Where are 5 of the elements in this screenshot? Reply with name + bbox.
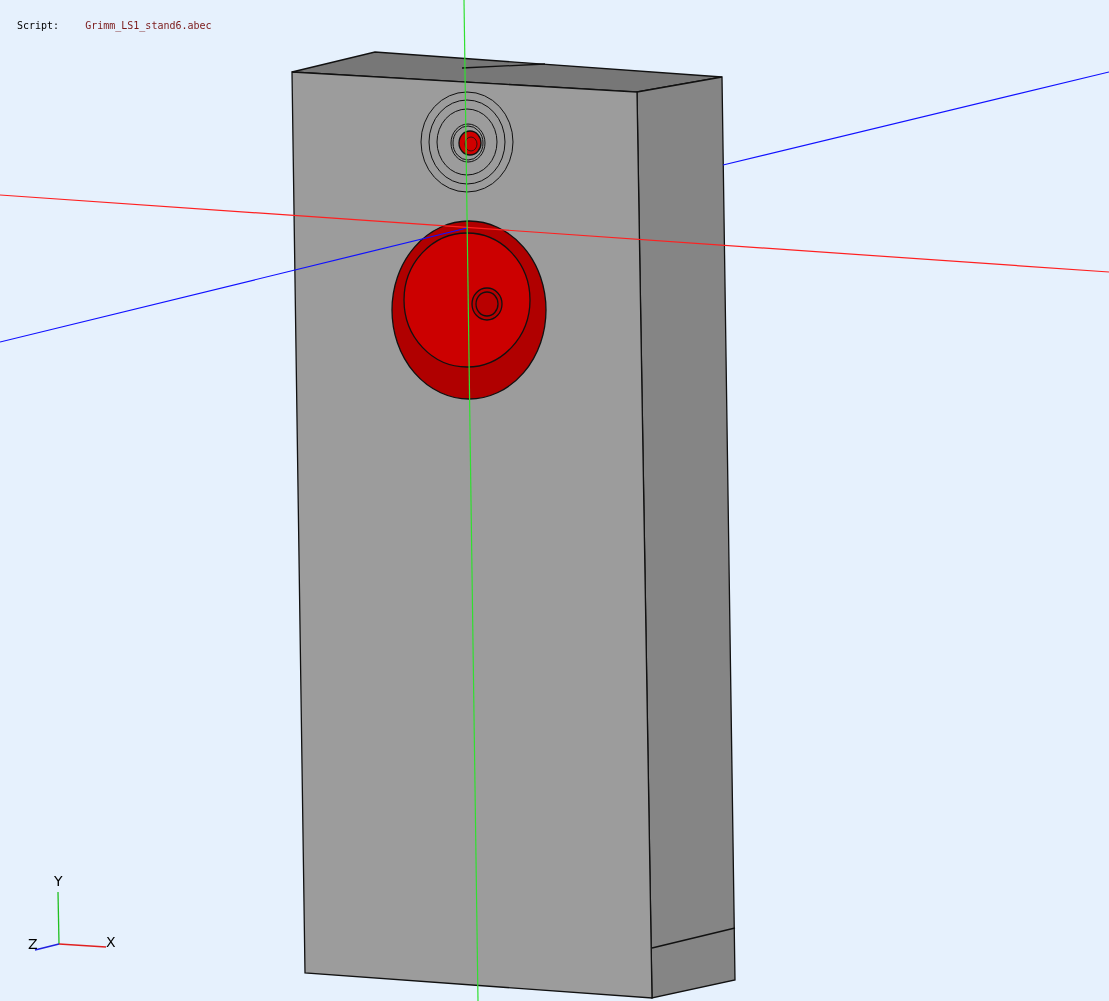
x-axis-label: X: [106, 935, 116, 949]
y-axis-label: Y: [54, 874, 63, 888]
script-label: Script:: [17, 21, 60, 31]
z-axis-label: Z: [28, 937, 38, 951]
script-filename: Grimm_LS1_stand6.abec: [85, 21, 212, 31]
